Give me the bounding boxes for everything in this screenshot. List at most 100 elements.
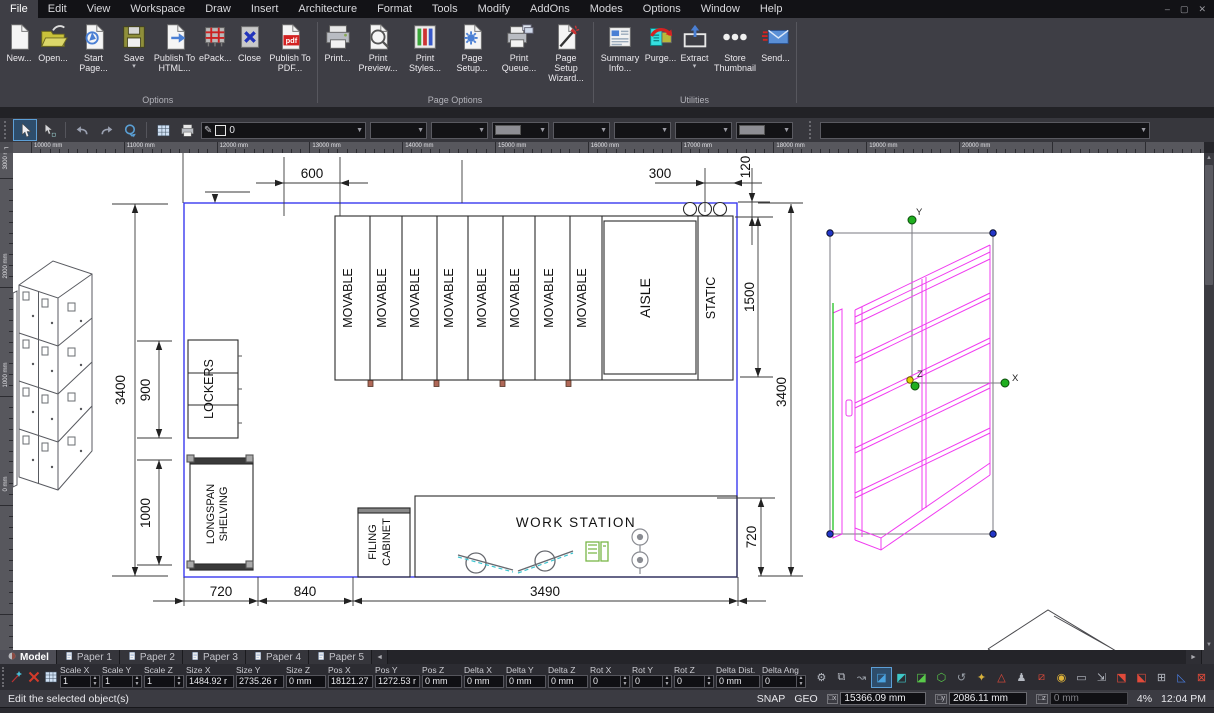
fill-select-icon[interactable]: ◪ [872, 668, 891, 687]
node-select-icon[interactable] [38, 120, 60, 140]
maximize-icon[interactable]: ▢ [1180, 4, 1189, 15]
close-button[interactable]: Close [233, 21, 267, 64]
menu-architecture[interactable]: Architecture [288, 0, 367, 18]
style-combo-1[interactable]: ▼ [370, 122, 427, 139]
delta-y-input[interactable]: 0 mm [507, 676, 545, 687]
menu-insert[interactable]: Insert [241, 0, 289, 18]
no-frame-select-icon[interactable]: ⧄ [1032, 668, 1051, 687]
epack-button[interactable]: ePack... [198, 21, 233, 64]
pos-x-input[interactable]: 18121.27 [329, 676, 372, 687]
print-queue-button[interactable]: Print Queue... [496, 21, 543, 74]
tab-paper-5[interactable]: Paper 5 [309, 650, 372, 664]
spinner-control[interactable]: ▲▼ [662, 676, 671, 687]
no-select-icon[interactable]: ⊠ [1192, 668, 1211, 687]
tab-scroll-right-icon[interactable]: ► [1186, 650, 1202, 664]
menu-modes[interactable]: Modes [580, 0, 633, 18]
page-setup-wizard-button[interactable]: Page Setup Wizard... [543, 21, 590, 84]
style-combo-7[interactable]: ▼ [736, 122, 793, 139]
delta-dist-input[interactable]: 0 mm [717, 676, 759, 687]
rot-y-input[interactable]: 0 [633, 676, 662, 687]
magnetic-point-icon[interactable]: ✦ [972, 668, 991, 687]
toolbar-drag-handle[interactable] [4, 121, 9, 139]
pos-z-input[interactable]: 0 mm [423, 676, 461, 687]
drawing-canvas[interactable]: MOVABLE MOVABLE MOVABLE MOVABLE MOVABLE … [13, 153, 1204, 650]
delta-x-input[interactable]: 0 mm [465, 676, 503, 687]
copy-mode-icon[interactable]: ⧉ [832, 668, 851, 687]
style-combo-2[interactable]: ▼ [431, 122, 488, 139]
tab-paper-3[interactable]: Paper 3 [183, 650, 246, 664]
extract-button[interactable]: Extract▾ [678, 21, 712, 71]
menu-addons[interactable]: AddOns [520, 0, 580, 18]
vertical-scrollbar[interactable]: ▲ ▼ [1204, 153, 1214, 650]
triangle-corner-icon[interactable]: ◺ [1172, 668, 1191, 687]
scale-x-input[interactable]: 1 [61, 676, 90, 687]
menu-view[interactable]: View [77, 0, 121, 18]
scroll-up-icon[interactable]: ▲ [1206, 153, 1212, 163]
publish-to-html-button[interactable]: Publish To HTML... [151, 21, 198, 74]
scrollbar-thumb[interactable] [1205, 165, 1213, 285]
style-combo-5[interactable]: ▼ [614, 122, 671, 139]
edit-frame-icon[interactable]: ▭ [1072, 668, 1091, 687]
open-window-select-icon[interactable]: ◩ [892, 668, 911, 687]
spinner-control[interactable]: ▲▼ [620, 676, 629, 687]
toolbar-drag-handle[interactable] [2, 667, 6, 687]
bend-tool-icon[interactable]: ↝ [852, 668, 871, 687]
pick-edit-icon[interactable] [9, 667, 25, 687]
rot-x-input[interactable]: 0 [591, 676, 620, 687]
tab-paper-2[interactable]: Paper 2 [120, 650, 183, 664]
no-gravity-icon[interactable]: ⚙ [812, 668, 831, 687]
geo-toggle[interactable]: GEO [794, 693, 817, 705]
menu-draw[interactable]: Draw [195, 0, 241, 18]
delete-selection-icon[interactable] [26, 667, 42, 687]
selected-3d-cabinet[interactable]: Y X Z [827, 207, 1019, 550]
crossing-select-icon[interactable]: ◪ [912, 668, 931, 687]
fence-select-icon[interactable]: ⬡ [932, 668, 951, 687]
print-button[interactable]: Print... [321, 21, 355, 64]
degrade-warning-icon[interactable]: △ [992, 668, 1011, 687]
style-combo-3[interactable]: ▼ [492, 122, 549, 139]
send-button[interactable]: Send... [759, 21, 793, 64]
center-snap-icon[interactable]: ◉ [1052, 668, 1071, 687]
open-button[interactable]: Open... [36, 21, 70, 64]
horizontal-scrollbar-track[interactable] [388, 650, 1186, 664]
menu-help[interactable]: Help [750, 0, 793, 18]
menu-edit[interactable]: Edit [38, 0, 77, 18]
toolbar-drag-handle[interactable] [809, 121, 814, 139]
coordinate-y-field[interactable]: 2086.11 mm [949, 692, 1027, 705]
size-z-input[interactable]: 0 mm [287, 676, 325, 687]
table-icon[interactable] [152, 120, 174, 140]
tab-scroll-left-icon[interactable]: ◄ [372, 650, 388, 664]
rot-z-input[interactable]: 0 [675, 676, 704, 687]
loop-select-icon[interactable] [119, 120, 141, 140]
selection-info-icon[interactable] [43, 667, 59, 687]
resize-frame-icon[interactable]: ⇲ [1092, 668, 1111, 687]
size-x-input[interactable]: 1484.92 r [187, 676, 233, 687]
tab-model[interactable]: Model [0, 650, 57, 664]
anchor-point-icon[interactable]: ⊞ [1152, 668, 1171, 687]
group-edit-icon[interactable]: ♟ [1012, 668, 1031, 687]
select-arrow-icon[interactable] [14, 120, 36, 140]
print-preview-button[interactable]: Print Preview... [355, 21, 402, 74]
spinner-control[interactable]: ▲▼ [132, 676, 141, 687]
pos-y-input[interactable]: 1272.53 r [376, 676, 419, 687]
purge-button[interactable]: Purge... [644, 21, 678, 64]
style-combo-4[interactable]: ▼ [553, 122, 610, 139]
store-thumbnail-button[interactable]: Store Thumbnail [712, 21, 759, 74]
scale-y-input[interactable]: 1 [103, 676, 132, 687]
menu-format[interactable]: Format [367, 0, 422, 18]
page-setup-button[interactable]: Page Setup... [449, 21, 496, 74]
coordinate-x-field[interactable]: 15366.09 mm [840, 692, 926, 705]
tab-paper-1[interactable]: Paper 1 [57, 650, 120, 664]
delta-ang-input[interactable]: 0 [763, 676, 796, 687]
spinner-control[interactable]: ▲▼ [174, 676, 183, 687]
print-small-icon[interactable] [176, 120, 198, 140]
menu-modify[interactable]: Modify [468, 0, 520, 18]
minimize-icon[interactable]: – [1165, 4, 1170, 14]
print-styles-button[interactable]: Print Styles... [402, 21, 449, 74]
menu-tools[interactable]: Tools [422, 0, 468, 18]
flip-a-icon[interactable]: ⬔ [1112, 668, 1131, 687]
chevron-down-icon[interactable]: ▾ [132, 63, 136, 70]
publish-to-pdf-button[interactable]: pdfPublish To PDF... [267, 21, 314, 74]
size-y-input[interactable]: 2735.26 r [237, 676, 283, 687]
spinner-control[interactable]: ▲▼ [796, 676, 805, 687]
